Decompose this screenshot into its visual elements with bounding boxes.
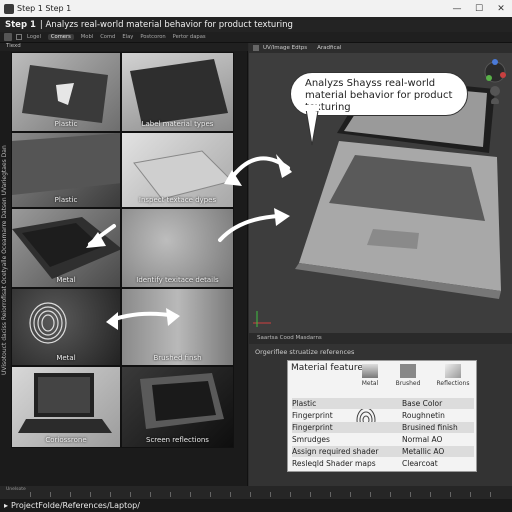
material-features-card: Material features Metal Brushed Reflecti… <box>287 360 477 472</box>
toolbar-item-4[interactable]: Elay <box>122 34 133 40</box>
current-path[interactable]: ProjectFolde/References/Laptop/ <box>11 501 140 510</box>
chip-metal[interactable]: Metal <box>354 364 386 394</box>
toolbar: Logel Comers Mobl Comd Elay Postcoron Pe… <box>0 32 512 43</box>
square-icon[interactable] <box>16 34 22 40</box>
timeline-tick <box>190 492 191 497</box>
app-icon <box>4 3 14 14</box>
window-title: Step 1 Step 1 <box>17 4 72 13</box>
feature-row: Fingerprint Roughnetin <box>292 411 445 420</box>
tile-caption: Metal <box>56 354 76 362</box>
folder-icon: ▸ <box>4 501 9 510</box>
timeline-tick <box>170 492 171 497</box>
bubble-tail <box>305 105 319 146</box>
timeline-tick <box>410 492 411 497</box>
reference-panel-header: Tiexd <box>0 43 248 51</box>
zoom-icon[interactable] <box>490 86 500 96</box>
app-window: Step 1 Step 1 — ☐ ✕ Step 1 | Analyzs rea… <box>0 0 512 512</box>
timeline-tick <box>350 492 351 497</box>
navigation-gizmo[interactable] <box>481 58 509 104</box>
tile-caption: Brushed finsh <box>153 354 202 362</box>
tile-caption: Label material types <box>141 120 214 128</box>
reference-tile-screen-reflections[interactable]: Screen reflections <box>121 366 234 448</box>
feature-row: Fingerprint Brusined finish <box>292 422 474 433</box>
feature-row: Assign required shader Metallic AO <box>292 446 474 457</box>
viewport-header: UV/Image Edtps Aradfical <box>249 43 512 53</box>
timeline-tick <box>110 492 111 497</box>
timeline-tick <box>370 492 371 497</box>
timeline-tick <box>330 492 331 497</box>
tile-caption: Screen reflections <box>146 436 209 444</box>
arrow-4 <box>110 311 178 322</box>
viewport-tab-uv-editor[interactable]: UV/Image Edtps <box>263 45 307 51</box>
timeline-tick <box>490 492 491 497</box>
timeline-tick <box>390 492 391 497</box>
feature-row: Resleqld Shader maps Clearcoat <box>292 459 438 468</box>
chip-brushed[interactable]: Brushed <box>392 364 424 394</box>
timeline-tick <box>470 492 471 497</box>
maximize-button[interactable]: ☐ <box>468 0 490 17</box>
minimize-button[interactable]: — <box>446 0 468 17</box>
timeline-tick <box>30 492 31 497</box>
timeline-tick <box>70 492 71 497</box>
feature-row: Plastic Base Color <box>292 398 474 409</box>
brushed-swatch-icon <box>400 364 416 378</box>
step-bar: Step 1 | Analyzs real-world material beh… <box>0 17 512 32</box>
timeline-tick <box>430 492 431 497</box>
vertical-layer-list: UVisotouct daciss Reiorrofisat Ocetyalle… <box>1 145 8 375</box>
timeline-tick <box>230 492 231 497</box>
timeline[interactable]: Unelsote <box>0 486 512 499</box>
pan-icon[interactable] <box>491 98 499 104</box>
viewport-tab-2[interactable]: Aradfical <box>317 45 341 51</box>
reference-tile-laptop-photo[interactable]: Coriossrone <box>11 366 121 448</box>
timeline-tick <box>270 492 271 497</box>
chip-reflections[interactable]: Reflections <box>430 364 476 394</box>
reference-tile-plastic[interactable]: Plastic <box>11 52 121 132</box>
reflection-swatch-icon <box>445 364 461 378</box>
grid-icon[interactable] <box>4 33 12 41</box>
step-description: | Analyzs real-world material behavior f… <box>39 19 293 30</box>
toolbar-item-5[interactable]: Postcoron <box>140 34 165 40</box>
arrow-2 <box>218 214 282 242</box>
timeline-tick <box>50 492 51 497</box>
timeline-label: Unelsote <box>6 487 26 492</box>
materials-panel-subheader: Orgeriflee struatize references <box>255 348 355 356</box>
toolbar-item-1[interactable]: Comers <box>47 34 74 40</box>
feature-row: Smrudges Normal AO <box>292 435 443 444</box>
step-label: Step 1 <box>5 19 36 30</box>
close-button[interactable]: ✕ <box>490 0 512 17</box>
timeline-tick <box>310 492 311 497</box>
toolbar-item-0[interactable]: Logel <box>27 34 41 40</box>
metal-swatch-icon <box>362 364 378 378</box>
timeline-tick <box>90 492 91 497</box>
tile-caption: Coriossrone <box>45 436 87 444</box>
timeline-tick <box>450 492 451 497</box>
materials-panel-header: Saartsa Cood Masdarns <box>249 333 512 344</box>
path-bar: ▸ ProjectFolde/References/Laptop/ <box>0 499 512 512</box>
toolbar-item-6[interactable]: Pertor dapas <box>173 34 206 40</box>
guide-arrows <box>86 154 292 330</box>
toolbar-item-2[interactable]: Mobl <box>81 34 93 40</box>
tile-caption: Plastic <box>54 120 78 128</box>
bottom-bar: Unelsote ▸ ProjectFolde/References/Lapto… <box>0 486 512 512</box>
toolbar-item-3[interactable]: Comd <box>100 34 115 40</box>
menu-icon[interactable] <box>253 45 259 51</box>
title-bar: Step 1 Step 1 — ☐ ✕ <box>0 0 512 17</box>
reference-tile-label-material-types[interactable]: Label material types <box>121 52 234 132</box>
timeline-tick <box>250 492 251 497</box>
timeline-tick <box>130 492 131 497</box>
timeline-tick <box>210 492 211 497</box>
timeline-tick <box>290 492 291 497</box>
timeline-tick <box>150 492 151 497</box>
